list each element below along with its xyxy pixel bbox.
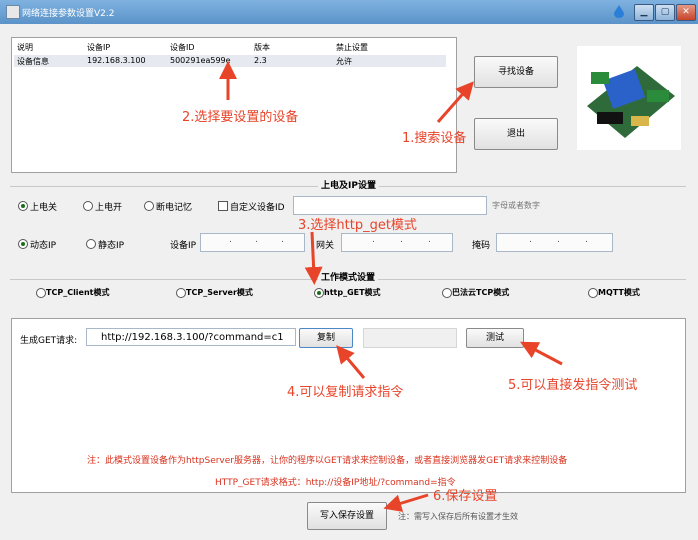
arrow-icon (336, 345, 366, 379)
annotation-arrows (219, 61, 563, 512)
arrow-icon (304, 231, 323, 285)
arrow-icon (520, 341, 563, 366)
arrow-icon (383, 493, 429, 512)
arrow-icon (436, 81, 474, 123)
